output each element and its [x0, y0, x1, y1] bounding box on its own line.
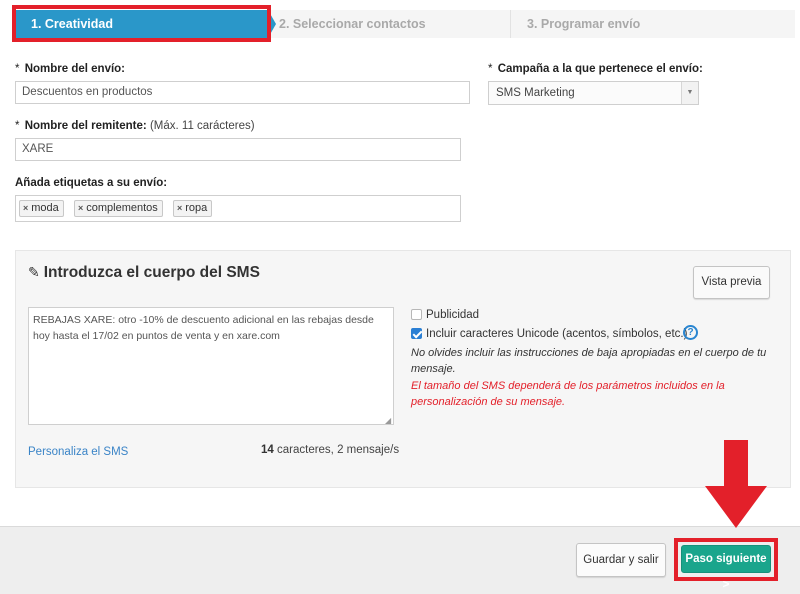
- size-warning: El tamaño del SMS dependerá de los parám…: [411, 380, 725, 408]
- highlight-box-step: [12, 5, 271, 42]
- close-icon[interactable]: ×: [177, 203, 182, 213]
- publicidad-checkbox[interactable]: [411, 309, 422, 320]
- name-input[interactable]: Descuentos en productos: [15, 81, 470, 104]
- step-programar-envio[interactable]: 3. Programar envío: [527, 10, 640, 38]
- tag-chip: × ropa: [173, 200, 213, 217]
- pencil-square-icon: ✎: [28, 264, 40, 280]
- tag-chip: × complementos: [74, 200, 163, 217]
- highlight-box-next: [674, 538, 778, 581]
- campaign-select[interactable]: SMS Marketing ▼: [488, 81, 699, 105]
- tags-input[interactable]: × moda × complementos × ropa: [15, 195, 461, 222]
- publicidad-option[interactable]: Publicidad: [411, 308, 479, 322]
- character-counter: 14 caracteres, 2 mensaje/s: [261, 444, 400, 456]
- sender-label: * Nombre del remitente: (Máx. 11 carácte…: [15, 120, 255, 132]
- sender-input[interactable]: XARE: [15, 138, 461, 161]
- red-down-arrow-icon: [705, 440, 767, 528]
- save-exit-button[interactable]: Guardar y salir: [576, 543, 666, 577]
- campaign-label: * Campaña a la que pertenece el envío:: [488, 63, 703, 75]
- unicode-checkbox[interactable]: [411, 328, 422, 339]
- close-icon[interactable]: ×: [23, 203, 28, 213]
- tags-label: Añada etiquetas a su envío:: [15, 177, 168, 189]
- step-seleccionar-contactos[interactable]: 2. Seleccionar contactos: [279, 10, 426, 38]
- personalize-sms-link[interactable]: Personaliza el SMS: [28, 446, 128, 458]
- unsubscribe-note: No olvides incluir las instrucciones de …: [411, 347, 767, 375]
- caret-down-icon[interactable]: ▼: [681, 82, 698, 104]
- preview-button[interactable]: Vista previa: [693, 266, 770, 299]
- sms-body-textarea[interactable]: REBAJAS XARE: otro -10% de descuento adi…: [28, 307, 394, 425]
- sms-panel-title: ✎ Introduzca el cuerpo del SMS: [28, 264, 260, 281]
- campaign-select-value: SMS Marketing: [496, 87, 575, 99]
- tag-chip: × moda: [19, 200, 64, 217]
- question-circle-icon[interactable]: ?: [683, 325, 698, 340]
- unicode-option[interactable]: Incluir caracteres Unicode (acentos, sím…: [411, 327, 687, 341]
- close-icon[interactable]: ×: [78, 203, 83, 213]
- step-divider: [510, 10, 511, 38]
- name-label: * Nombre del envío:: [15, 63, 126, 75]
- sender-hint: (Máx. 11 carácteres): [149, 120, 255, 132]
- resize-handle-icon[interactable]: ◢: [385, 416, 391, 425]
